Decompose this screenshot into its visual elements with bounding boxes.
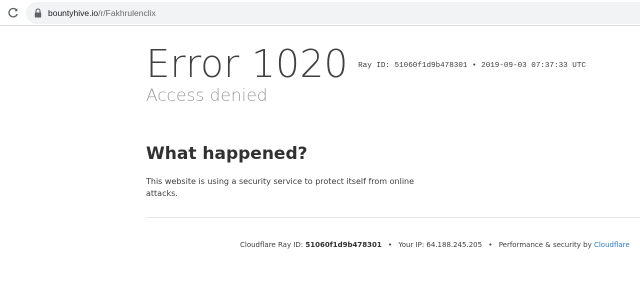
ray-id-timestamp: Ray ID: 51060f1d9b478301 • 2019-09-03 07… [358, 62, 586, 70]
error-subtitle: Access denied [146, 86, 268, 106]
url-path: /r/Fakhrulenclix [98, 8, 156, 18]
what-happened-heading: What happened? [146, 144, 308, 164]
error-header: Error 1020 Ray ID: 51060f1d9b478301 • 20… [146, 40, 586, 88]
url-host: bountyhive.io [48, 8, 99, 18]
reload-icon [8, 7, 18, 18]
lock-icon[interactable] [32, 6, 44, 20]
footer: Cloudflare Ray ID: 51060f1d9b478301 • Yo… [240, 241, 630, 249]
what-happened-text: This website is using a security service… [146, 177, 415, 198]
footer-separator: • [488, 241, 493, 249]
footer-ray-id: 51060f1d9b478301 [305, 241, 382, 249]
footer-performance-text: Performance & security by [498, 241, 592, 249]
error-title: Error 1020 [146, 42, 349, 86]
browser-toolbar: bountyhive.io/r/Fakhrulenclix [0, 0, 640, 26]
footer-ray-label: Cloudflare Ray ID: [240, 241, 304, 249]
reload-button[interactable] [4, 4, 22, 22]
footer-ip: Your IP: 64.188.245.205 [398, 241, 483, 249]
cloudflare-link[interactable]: Cloudflare [594, 241, 630, 249]
address-bar[interactable]: bountyhive.io/r/Fakhrulenclix [26, 2, 640, 24]
footer-separator: • [388, 241, 393, 249]
footer-divider [146, 217, 640, 218]
url-text[interactable]: bountyhive.io/r/Fakhrulenclix [48, 8, 156, 18]
